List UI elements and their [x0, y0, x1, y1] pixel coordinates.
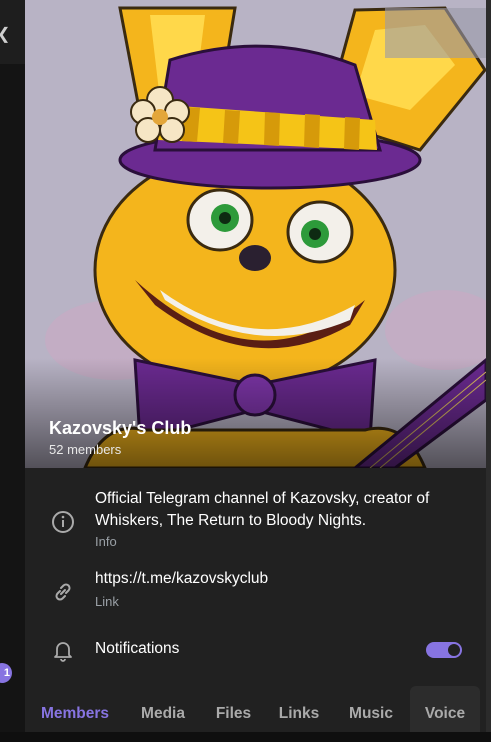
bell-icon [54, 642, 72, 662]
tab-links[interactable]: Links [266, 686, 332, 732]
chat-list-header-edge: ❮ [0, 0, 25, 64]
link-row[interactable]: https://t.me/kazovskyclub Link [25, 562, 486, 614]
menu-icon[interactable]: ❮ [0, 24, 10, 44]
tab-members[interactable]: Members [25, 686, 125, 732]
info-row[interactable]: Official Telegram channel of Kazovsky, c… [25, 480, 486, 550]
notifications-row[interactable]: Notifications [25, 630, 486, 672]
channel-title: Kazovsky's Club [49, 418, 192, 438]
notifications-label: Notifications [95, 640, 180, 657]
tab-voice[interactable]: Voice [410, 686, 480, 732]
info-icon [52, 511, 74, 533]
channel-avatar[interactable]: Kazovsky's Club 52 members [25, 0, 486, 468]
tab-music[interactable]: Music [332, 686, 410, 732]
tab-files[interactable]: Files [201, 686, 266, 732]
channel-description: Official Telegram channel of Kazovsky, c… [95, 490, 430, 529]
info-label: Info [95, 534, 117, 549]
unread-badge: 1 [0, 663, 12, 683]
toggle-knob [448, 644, 460, 656]
notifications-toggle[interactable] [426, 642, 462, 658]
channel-link[interactable]: https://t.me/kazovskyclub [95, 568, 268, 590]
link-label: Link [95, 594, 119, 609]
members-count: 52 members [49, 442, 122, 457]
scrollbar[interactable] [486, 0, 491, 732]
channel-profile-panel: Kazovsky's Club 52 members Official Tele… [25, 0, 491, 732]
shared-media-tabs: Members Media Files Links Music Voice [25, 686, 486, 732]
link-icon [55, 583, 71, 601]
tab-media[interactable]: Media [125, 686, 201, 732]
chat-list-edge: ❮ 1 [0, 0, 25, 732]
